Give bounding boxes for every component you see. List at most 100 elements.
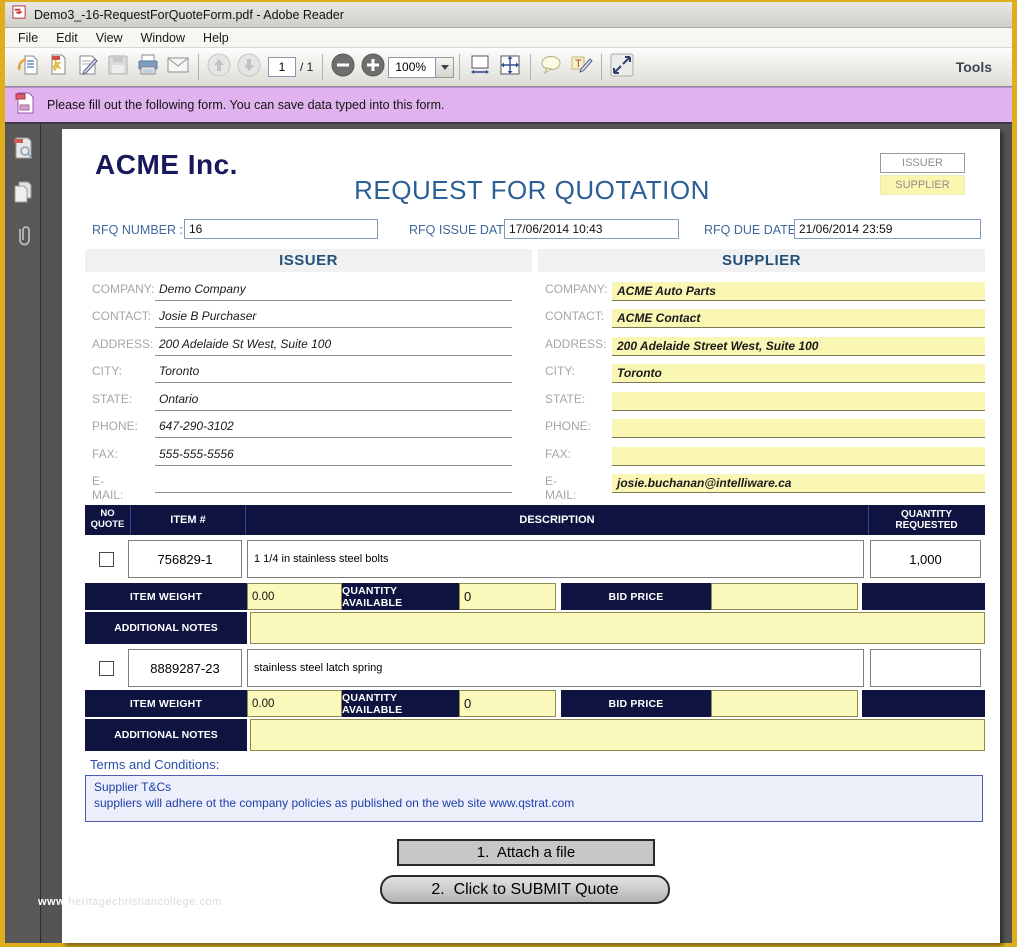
rfq-due-date-field[interactable]: 21/06/2014 23:59 <box>794 219 981 239</box>
item-weight-field-row1[interactable]: 0.00 <box>247 583 342 610</box>
terms-and-conditions-box: Supplier T&Cs suppliers will adhere ot t… <box>85 775 983 822</box>
menu-view[interactable]: View <box>87 29 132 47</box>
rfq-number-field[interactable]: 16 <box>184 219 378 239</box>
bid-price-field-row1[interactable] <box>711 583 858 610</box>
navy-filler <box>862 690 985 717</box>
supplier-city-field[interactable]: Toronto <box>612 364 985 383</box>
supplier-fax-field[interactable] <box>612 447 985 466</box>
open-button[interactable] <box>13 52 43 82</box>
notification-message: Please fill out the following form. You … <box>47 98 444 112</box>
description-field-row2[interactable]: stainless steel latch spring <box>247 649 864 687</box>
create-pdf-icon <box>46 53 70 82</box>
issuer-fax-field[interactable]: 555-555-5556 <box>155 447 512 466</box>
email-button[interactable] <box>163 52 193 82</box>
description-field-row1[interactable]: 1 1/4 in stainless steel bolts <box>247 540 864 578</box>
quantity-requested-field-row1[interactable]: 1,000 <box>870 540 981 578</box>
toolbar-separator <box>322 54 323 80</box>
terms-line2: suppliers will adhere ot the company pol… <box>94 796 974 812</box>
issuer-toggle-button[interactable]: ISSUER <box>880 153 965 173</box>
print-icon <box>136 53 160 82</box>
quantity-available-field-row2[interactable]: 0 <box>459 690 556 717</box>
supplier-company-field[interactable]: ACME Auto Parts <box>612 282 985 301</box>
zoom-in-icon <box>360 52 386 83</box>
zoom-level-input[interactable]: 100% <box>388 57 436 78</box>
no-quote-checkbox-row2[interactable] <box>99 661 114 676</box>
document-area: ACME Inc. REQUEST FOR QUOTATION ISSUER S… <box>5 124 1012 943</box>
title-bar: Demo3_-16-RequestForQuoteForm.pdf - Adob… <box>5 2 1012 28</box>
fullscreen-button[interactable] <box>607 52 637 82</box>
quantity-available-label: QUANTITY AVAILABLE <box>342 583 459 610</box>
highlight-text-icon: T <box>569 53 593 82</box>
zoom-in-button[interactable] <box>358 52 388 82</box>
issuer-address-field[interactable]: 200 Adelaide St West, Suite 100 <box>155 337 512 356</box>
zoom-out-button[interactable] <box>328 52 358 82</box>
issuer-city-label: CITY: <box>92 364 122 378</box>
issuer-email-field[interactable] <box>155 474 512 493</box>
previous-page-button[interactable] <box>204 52 234 82</box>
issuer-company-field[interactable]: Demo Company <box>155 282 512 301</box>
page-number-input[interactable]: 1 <box>268 57 296 77</box>
menu-window[interactable]: Window <box>132 29 194 47</box>
menu-file[interactable]: File <box>9 29 47 47</box>
annotate-button[interactable]: T <box>566 52 596 82</box>
supplier-state-field[interactable] <box>612 392 985 411</box>
supplier-phone-label: PHONE: <box>545 419 591 433</box>
additional-notes-label: ADDITIONAL NOTES <box>85 719 247 751</box>
no-quote-checkbox-row1[interactable] <box>99 552 114 567</box>
toolbar-separator <box>198 54 199 80</box>
attach-file-button[interactable]: 1. Attach a file <box>397 839 655 866</box>
watermark: www.heritagechristiancollege.com <box>38 896 222 908</box>
pages-panel-button[interactable] <box>12 182 34 206</box>
no-quote-column-header: NO QUOTE <box>85 505 130 535</box>
page-total-label: / 1 <box>300 60 313 74</box>
page-thumbnails-icon <box>12 136 34 165</box>
issuer-state-field[interactable]: Ontario <box>155 392 512 411</box>
issuer-city-field[interactable]: Toronto <box>155 364 512 383</box>
additional-notes-field-row1[interactable] <box>250 612 985 644</box>
supplier-toggle-button[interactable]: SUPPLIER <box>880 175 965 195</box>
bid-price-field-row2[interactable] <box>711 690 858 717</box>
additional-notes-row2: ADDITIONAL NOTES <box>85 719 985 751</box>
supplier-email-field[interactable]: josie.buchanan@intelliware.ca <box>612 474 985 493</box>
menu-help[interactable]: Help <box>194 29 238 47</box>
quantity-available-field-row1[interactable]: 0 <box>459 583 556 610</box>
submit-quote-button[interactable]: 2. Click to SUBMIT Quote <box>380 875 670 904</box>
fit-page-button[interactable] <box>495 52 525 82</box>
additional-notes-field-row2[interactable] <box>250 719 985 751</box>
item-number-field-row1[interactable]: 756829-1 <box>128 540 242 578</box>
issuer-phone-field[interactable]: 647-290-3102 <box>155 419 512 438</box>
tools-button[interactable]: Tools <box>956 59 1004 75</box>
quantity-requested-field-row2[interactable] <box>870 649 981 687</box>
rfq-issue-date-label: RFQ ISSUE DATE : <box>409 223 519 237</box>
page-thumbnails-button[interactable] <box>12 138 34 162</box>
sign-button[interactable] <box>73 52 103 82</box>
chevron-down-icon <box>441 65 449 70</box>
supplier-contact-field[interactable]: ACME Contact <box>612 309 985 328</box>
next-page-button[interactable] <box>234 52 264 82</box>
pages-icon <box>12 180 34 209</box>
item-number-field-row2[interactable]: 8889287-23 <box>128 649 242 687</box>
zoom-out-icon <box>330 52 356 83</box>
save-button[interactable] <box>103 52 133 82</box>
supplier-fax-label: FAX: <box>545 447 571 461</box>
issuer-contact-field[interactable]: Josie B Purchaser <box>155 309 512 328</box>
create-pdf-button[interactable] <box>43 52 73 82</box>
item-weight-label: ITEM WEIGHT <box>85 583 247 610</box>
zoom-dropdown-button[interactable] <box>436 57 454 78</box>
rfq-issue-date-field[interactable]: 17/06/2014 10:43 <box>504 219 679 239</box>
item-weight-field-row2[interactable]: 0.00 <box>247 690 342 717</box>
toolbar-separator <box>601 54 602 80</box>
issuer-fax-label: FAX: <box>92 447 118 461</box>
toolbar-separator <box>459 54 460 80</box>
fit-width-button[interactable] <box>465 52 495 82</box>
menu-edit[interactable]: Edit <box>47 29 87 47</box>
print-button[interactable] <box>133 52 163 82</box>
attachments-panel-button[interactable] <box>12 226 34 250</box>
supplier-address-field[interactable]: 200 Adelaide Street West, Suite 100 <box>612 337 985 356</box>
company-logo: ACME Inc. <box>95 149 238 181</box>
issuer-contact-label: CONTACT: <box>92 309 151 323</box>
supplier-phone-field[interactable] <box>612 419 985 438</box>
comment-button[interactable] <box>536 52 566 82</box>
open-icon <box>16 53 40 82</box>
issuer-section-header: ISSUER <box>85 249 532 272</box>
